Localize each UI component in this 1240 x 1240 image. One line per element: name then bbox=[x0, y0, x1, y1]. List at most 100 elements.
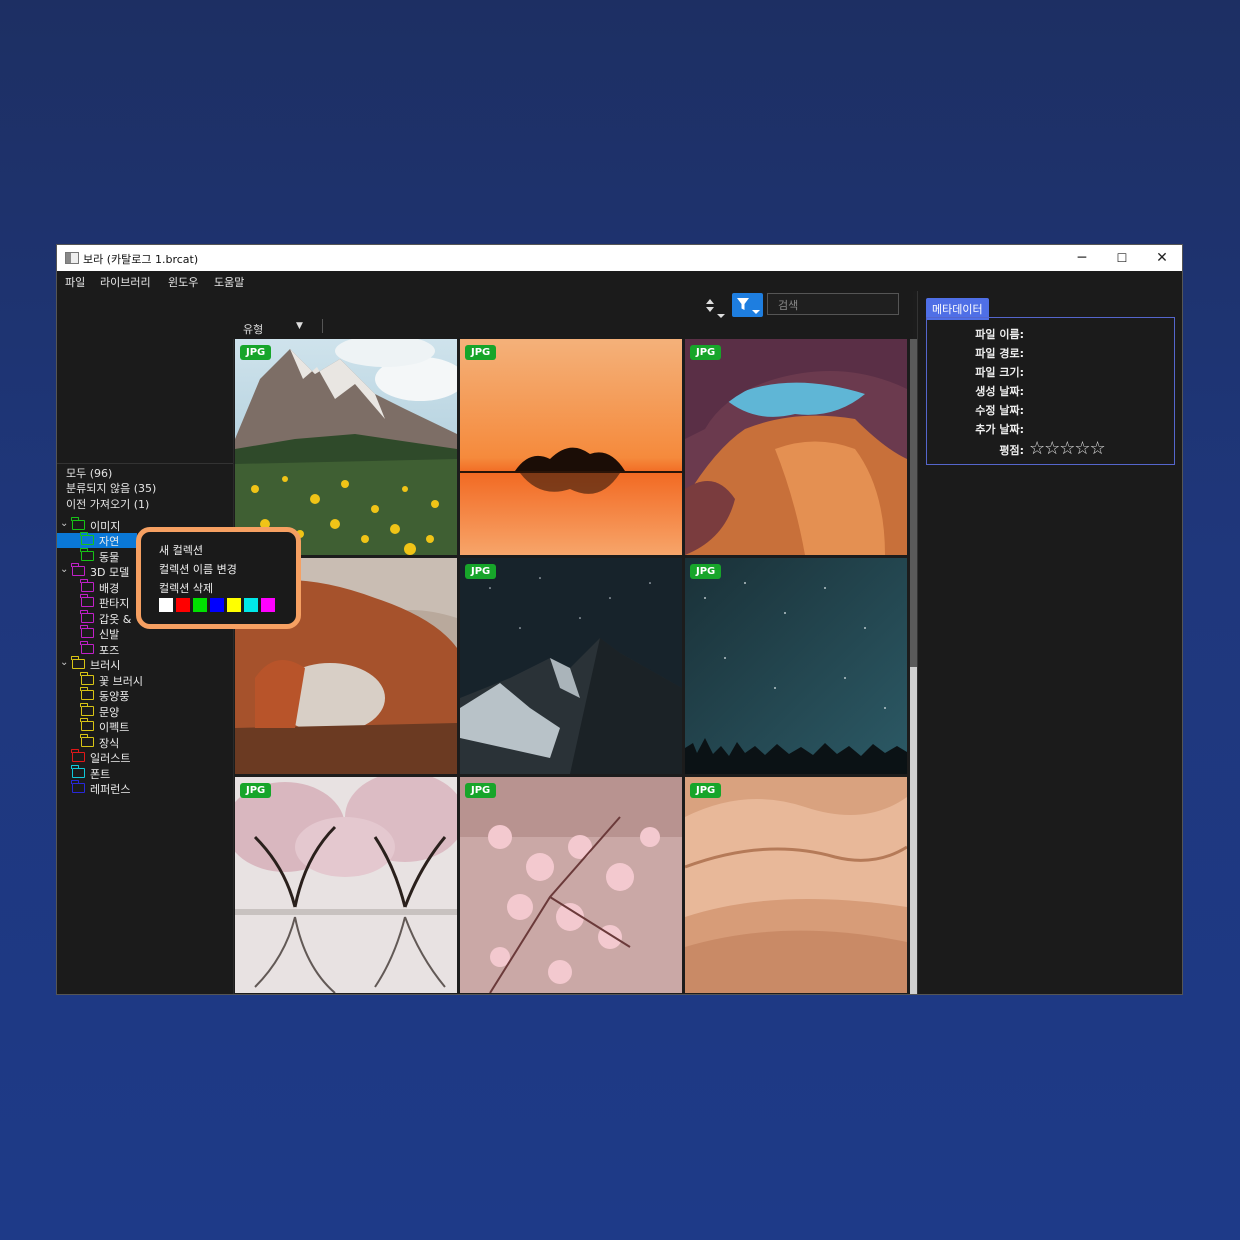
field-file-size: 파일 크기: bbox=[975, 366, 1024, 379]
tree-item-label: 갑옷 & bbox=[99, 613, 132, 626]
folder-icon bbox=[71, 749, 85, 762]
app-icon bbox=[65, 252, 79, 264]
filter-all[interactable]: 모두 (96) bbox=[66, 465, 112, 481]
tree-item-label: 일러스트 bbox=[90, 752, 131, 765]
tree-item-label: 이미지 bbox=[90, 520, 121, 533]
thumbnail-tile[interactable]: JPG bbox=[460, 339, 682, 555]
chevron-down-icon[interactable]: ▼ bbox=[296, 321, 303, 331]
tree-item-label: 동양풍 bbox=[99, 690, 130, 703]
folder-icon bbox=[71, 517, 85, 530]
folder-icon bbox=[71, 765, 85, 778]
thumbnail-image-desert bbox=[685, 777, 907, 993]
tree-item[interactable]: 장식 bbox=[57, 734, 233, 750]
tree-item[interactable]: 꽃 브러시 bbox=[57, 672, 233, 688]
menu-item-new-collection[interactable]: 새 컬렉션 bbox=[159, 542, 203, 558]
color-swatch[interactable] bbox=[227, 598, 241, 612]
sort-icon[interactable] bbox=[703, 297, 727, 319]
metadata-box: 파일 이름: 파일 경로: 파일 크기: 생성 날짜: 수정 날짜: 추가 날짜… bbox=[926, 317, 1175, 465]
color-swatch[interactable] bbox=[261, 598, 275, 612]
tree-item-label: 포즈 bbox=[99, 644, 120, 657]
folder-icon bbox=[71, 656, 85, 669]
rating-stars[interactable]: ☆☆☆☆☆ bbox=[1029, 438, 1106, 459]
tree-item[interactable]: 폰트 bbox=[57, 765, 233, 781]
tree-item-label: 3D 모델 bbox=[90, 566, 130, 579]
tree-item[interactable]: 자연 bbox=[57, 532, 137, 548]
thumbnail-tile[interactable]: JPG bbox=[685, 339, 907, 555]
tree-item-label: 동물 bbox=[99, 551, 120, 564]
tree-item[interactable]: 포즈 bbox=[57, 641, 233, 657]
tree-item-label: 꽃 브러시 bbox=[99, 675, 143, 688]
field-file-path: 파일 경로: bbox=[975, 347, 1024, 360]
tree-item-label: 레퍼런스 bbox=[90, 783, 131, 796]
menu-item-rename-collection[interactable]: 컬렉션 이름 변경 bbox=[159, 561, 237, 577]
thumbnail-tile[interactable]: JPG bbox=[235, 339, 457, 555]
filter-button[interactable] bbox=[732, 293, 763, 317]
close-button[interactable]: ✕ bbox=[1142, 245, 1182, 271]
folder-icon bbox=[80, 734, 94, 747]
search-input[interactable]: 검색 bbox=[767, 293, 899, 315]
thumbnail-tile[interactable]: JPG bbox=[685, 558, 907, 774]
color-swatch[interactable] bbox=[176, 598, 190, 612]
sidebar-divider bbox=[57, 463, 233, 464]
tree-item-label: 자연 bbox=[99, 535, 120, 548]
menu-window[interactable]: 윈도우 bbox=[168, 274, 198, 290]
folder-icon bbox=[80, 579, 94, 592]
tree-item-label: 배경 bbox=[99, 582, 120, 595]
filter-icon bbox=[737, 298, 760, 314]
tree-item[interactable]: 이펙트 bbox=[57, 718, 233, 734]
maximize-button[interactable]: ☐ bbox=[1102, 245, 1142, 271]
color-swatch[interactable] bbox=[244, 598, 258, 612]
image-grid: JPG JPG JPG JPG JPG JPG JPG JPG bbox=[235, 339, 908, 994]
field-rating-label: 평점: bbox=[999, 444, 1024, 457]
tree-item[interactable]: 동양풍 bbox=[57, 687, 233, 703]
tree-item[interactable]: ⌄ 브러시 bbox=[57, 656, 233, 672]
tree-item-label: 판타지 bbox=[99, 597, 130, 610]
minimize-button[interactable]: ─ bbox=[1062, 245, 1102, 271]
scrollbar-track-upper[interactable] bbox=[910, 339, 917, 667]
thumbnail-image-night-mountain bbox=[460, 558, 682, 774]
tree-item-label: 이펙트 bbox=[99, 721, 130, 734]
field-added-date: 추가 날짜: bbox=[975, 423, 1024, 436]
menu-library[interactable]: 라이브러리 bbox=[100, 274, 151, 290]
menu-file[interactable]: 파일 bbox=[65, 274, 85, 290]
file-type-badge: JPG bbox=[690, 345, 722, 360]
thumbnail-image-starry-sky bbox=[685, 558, 907, 774]
menu-bar: 파일 라이브러리 윈도우 도움말 bbox=[57, 271, 1182, 291]
file-type-badge: JPG bbox=[240, 783, 272, 798]
color-swatch[interactable] bbox=[159, 598, 173, 612]
tree-item[interactable]: 일러스트 bbox=[57, 749, 233, 765]
file-type-badge: JPG bbox=[465, 783, 497, 798]
thumbnail-tile[interactable]: JPG bbox=[235, 777, 457, 993]
thumbnail-tile[interactable]: JPG bbox=[685, 777, 907, 993]
folder-icon bbox=[80, 718, 94, 731]
field-created-date: 생성 날짜: bbox=[975, 385, 1024, 398]
type-dropdown-label[interactable]: 유형 bbox=[243, 321, 263, 337]
metadata-panel: 메타데이터 파일 이름: 파일 경로: 파일 크기: 생성 날짜: 수정 날짜:… bbox=[917, 291, 1182, 994]
toolbar: 검색 유형 ▼ bbox=[233, 291, 913, 339]
file-type-badge: JPG bbox=[465, 345, 497, 360]
chevron-down-icon[interactable]: ⌄ bbox=[60, 518, 68, 529]
menu-item-delete-collection[interactable]: 컬렉션 삭제 bbox=[159, 580, 213, 596]
color-swatch[interactable] bbox=[193, 598, 207, 612]
tree-item-label: 폰트 bbox=[90, 768, 111, 781]
color-swatch[interactable] bbox=[210, 598, 224, 612]
file-type-badge: JPG bbox=[465, 564, 497, 579]
folder-icon bbox=[71, 563, 85, 576]
tree-item-label: 브러시 bbox=[90, 659, 121, 672]
tree-item[interactable]: 레퍼런스 bbox=[57, 780, 233, 796]
file-type-badge: JPG bbox=[690, 783, 722, 798]
chevron-down-icon[interactable]: ⌄ bbox=[60, 564, 68, 575]
scrollbar-thumb[interactable] bbox=[910, 667, 917, 994]
field-modified-date: 수정 날짜: bbox=[975, 404, 1024, 417]
filter-uncategorized[interactable]: 분류되지 않음 (35) bbox=[66, 480, 156, 496]
thumbnail-tile[interactable]: JPG bbox=[460, 777, 682, 993]
filter-last-import[interactable]: 이전 가져오기 (1) bbox=[66, 496, 149, 512]
folder-icon bbox=[80, 594, 94, 607]
tree-item[interactable]: 문양 bbox=[57, 703, 233, 719]
title-bar[interactable]: 보라 (카탈로그 1.brcat) ─ ☐ ✕ bbox=[57, 245, 1182, 271]
thumbnail-tile[interactable]: JPG bbox=[460, 558, 682, 774]
context-menu: 새 컬렉션 컬렉션 이름 변경 컬렉션 삭제 bbox=[136, 527, 301, 629]
menu-help[interactable]: 도움말 bbox=[214, 274, 244, 290]
grid-scrollbar[interactable] bbox=[910, 339, 917, 994]
chevron-down-icon[interactable]: ⌄ bbox=[60, 657, 68, 668]
